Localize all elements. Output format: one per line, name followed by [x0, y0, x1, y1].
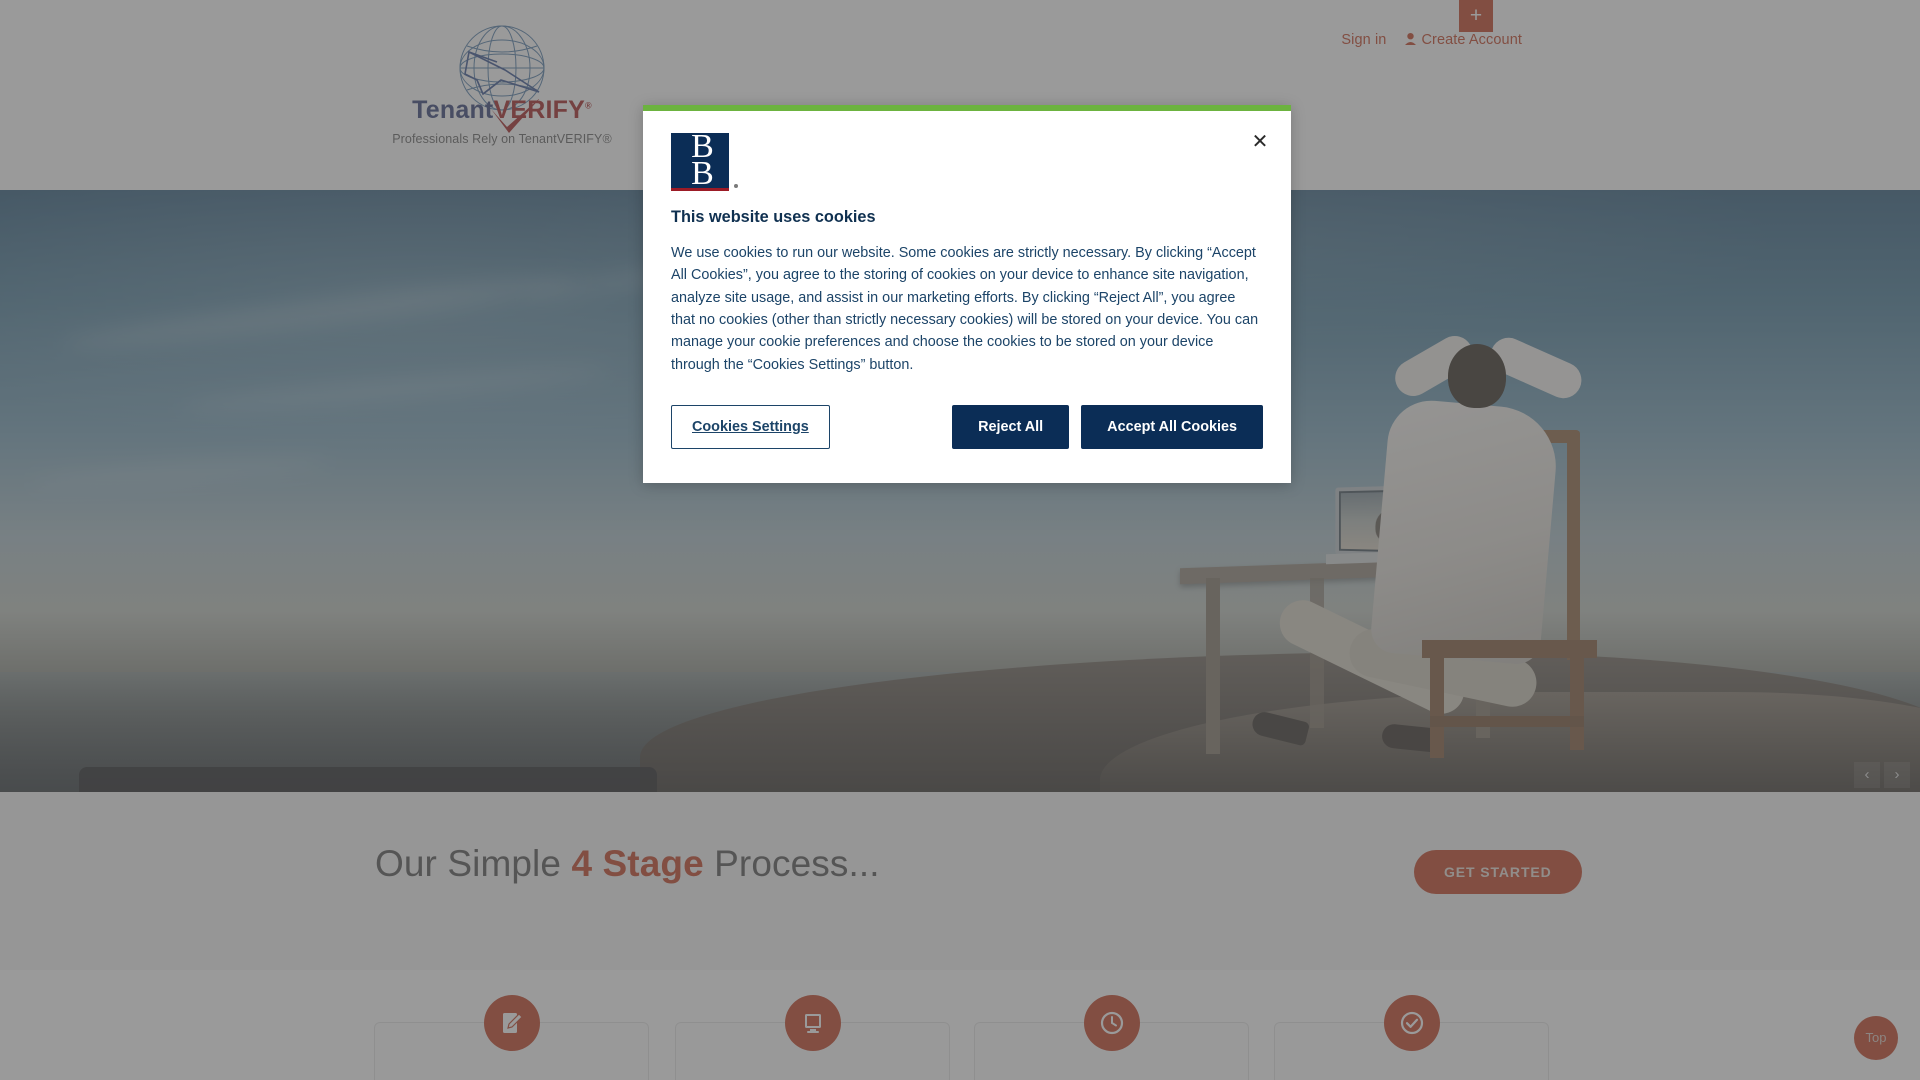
- accept-all-cookies-button[interactable]: Accept All Cookies: [1081, 404, 1263, 449]
- cookie-dialog-title: This website uses cookies: [671, 208, 876, 226]
- cookies-settings-button[interactable]: Cookies Settings: [671, 404, 830, 449]
- cookie-dialog-body: We use cookies to run our website. Some …: [671, 245, 1259, 373]
- page-root: Tenant VERIFY® Professionals Rely on Ten…: [0, 0, 1920, 1080]
- reject-all-button[interactable]: Reject All: [952, 404, 1070, 449]
- cookie-dialog-actions: Cookies Settings Reject All Accept All C…: [671, 404, 1263, 449]
- close-icon[interactable]: ✕: [1249, 131, 1271, 153]
- bb-brand-logo: BB: [671, 127, 738, 192]
- bb-logo-dot: [734, 184, 738, 188]
- cookie-consent-dialog: ✕ BB This website uses cookies We use co…: [643, 105, 1291, 483]
- bb-logo-letters: BB: [691, 127, 714, 192]
